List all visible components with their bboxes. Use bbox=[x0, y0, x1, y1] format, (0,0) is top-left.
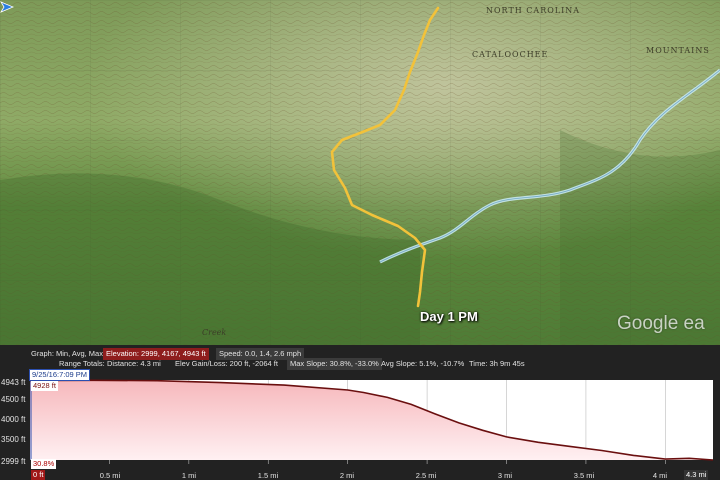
y-tick-label: 4943 ft bbox=[1, 378, 26, 387]
x-tick-label: 2 mi bbox=[339, 471, 355, 480]
placemark-label[interactable]: Day 1 PM bbox=[420, 309, 478, 324]
x-tick-label: 4 mi bbox=[652, 471, 668, 480]
x-tick-label: 3 mi bbox=[497, 471, 513, 480]
map-label-cataloochee: CATALOOCHEE bbox=[472, 50, 549, 59]
x-end-value: 4.3 mi bbox=[684, 470, 709, 480]
y-tick-label: 4000 ft bbox=[1, 415, 26, 424]
x-tick-label: 3.5 mi bbox=[573, 471, 595, 480]
x-tick-label: 2.5 mi bbox=[415, 471, 437, 480]
elevation-profile-panel[interactable]: Graph: Min, Avg, Max Elevation: 2999, 41… bbox=[0, 345, 720, 480]
y-tick-label: 2999 ft bbox=[1, 457, 26, 466]
max-slope-stat[interactable]: Max Slope: 30.8%, -33.0% bbox=[287, 358, 382, 370]
x-tick-label: 1 mi bbox=[181, 471, 197, 480]
x-tick-label: 1.5 mi bbox=[257, 471, 279, 480]
elev-gain-loss-stat: Elev Gain/Loss: 200 ft, -2064 ft bbox=[175, 359, 278, 368]
avg-slope-stat: Avg Slope: 5.1%, -10.7% bbox=[381, 359, 465, 368]
elevation-chart[interactable] bbox=[0, 371, 720, 480]
topographic-map[interactable] bbox=[0, 0, 720, 345]
y-tick-label: 4500 ft bbox=[1, 395, 26, 404]
x-start-value: 0 ft bbox=[31, 470, 46, 480]
cursor-elevation-value: 4928 ft bbox=[31, 381, 58, 391]
y-tick-label: 3500 ft bbox=[1, 435, 26, 444]
map-label-mountains: MOUNTAINS bbox=[646, 46, 710, 55]
map-label-creek: Creek bbox=[202, 328, 227, 337]
cursor-slope-value: 30.8% bbox=[31, 459, 57, 469]
time-stat: Time: 3h 9m 45s bbox=[469, 359, 525, 368]
placemark-icon[interactable] bbox=[0, 0, 14, 14]
x-tick-label: 0.5 mi bbox=[99, 471, 121, 480]
cursor-time-readout: 9/25/16:7:09 PM bbox=[29, 369, 91, 381]
map-label-north-carolina: NORTH CAROLINA bbox=[486, 6, 581, 15]
map-view[interactable]: NORTH CAROLINA CATALOOCHEE MOUNTAINS Cre… bbox=[0, 0, 720, 345]
distance-stat: Distance: 4.3 mi bbox=[107, 359, 161, 368]
google-earth-watermark: Google ea bbox=[617, 313, 705, 334]
